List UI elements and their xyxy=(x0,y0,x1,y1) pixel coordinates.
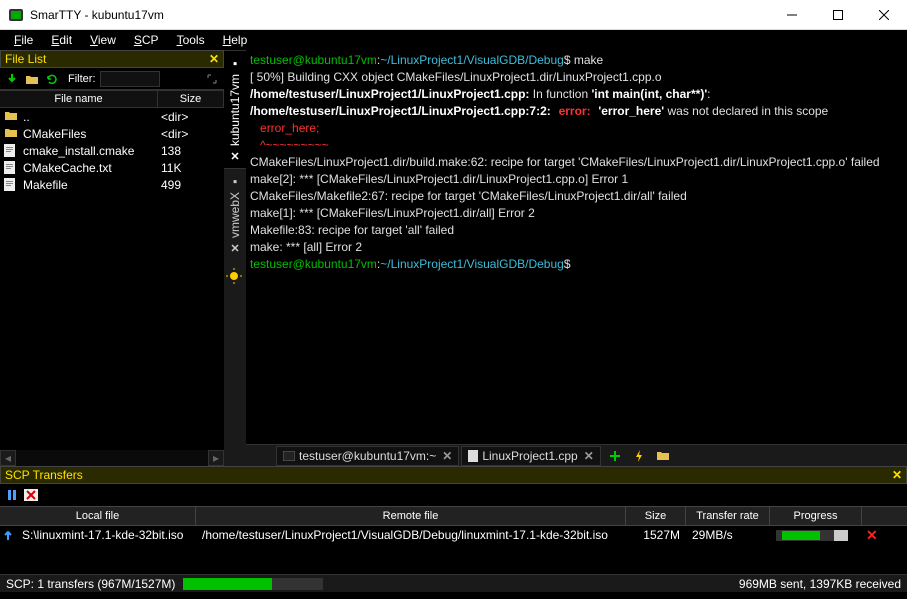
app-icon xyxy=(8,7,24,23)
lightning-icon[interactable] xyxy=(629,447,649,465)
file-icon xyxy=(4,144,20,158)
terminal-icon: ▪ xyxy=(228,57,242,71)
file-list-close-icon[interactable]: ✕ xyxy=(209,52,219,66)
close-icon[interactable]: ✕ xyxy=(442,449,452,463)
window-maximize-button[interactable] xyxy=(815,0,861,30)
scp-progress xyxy=(770,529,862,542)
col-filename[interactable]: File name xyxy=(0,91,158,107)
file-name: .. xyxy=(23,110,157,124)
scp-row[interactable]: S:\linuxmint-17.1-kde-32bit.iso /home/te… xyxy=(0,526,907,544)
col-size[interactable]: Size xyxy=(626,507,686,525)
tab-terminal[interactable]: testuser@kubuntu17vm:~ ✕ xyxy=(276,446,459,466)
file-list-panel: File List ✕ Filter: File name Size ..<di… xyxy=(0,50,224,466)
menu-scp[interactable]: SCP xyxy=(126,32,167,48)
file-list-header: File List ✕ xyxy=(0,50,224,68)
file-list-columns: File name Size xyxy=(0,90,224,108)
cancel-transfer-icon[interactable]: ✕ xyxy=(866,527,878,544)
col-size[interactable]: Size xyxy=(158,91,224,107)
file-size: <dir> xyxy=(157,110,224,124)
file-list-row[interactable]: Makefile499 xyxy=(0,176,224,193)
scp-panel: SCP Transfers ✕ Local file Remote file S… xyxy=(0,466,907,574)
menu-tools[interactable]: Tools xyxy=(169,32,213,48)
file-tab-icon xyxy=(468,450,478,462)
file-list-scrollbar[interactable]: ◂▸ xyxy=(0,450,224,466)
file-icon xyxy=(4,161,20,175)
window-minimize-button[interactable] xyxy=(769,0,815,30)
file-name: Makefile xyxy=(23,178,157,192)
file-name: CMakeCache.txt xyxy=(23,161,157,175)
download-icon[interactable] xyxy=(4,71,20,87)
window-title: SmarTTY - kubuntu17vm xyxy=(30,8,769,22)
tab-file[interactable]: LinuxProject1.cpp ✕ xyxy=(461,446,600,466)
terminal-output[interactable]: testuser@kubuntu17vm:~/LinuxProject1/Vis… xyxy=(246,50,907,444)
file-list-toolbar: Filter: xyxy=(0,68,224,90)
scp-columns: Local file Remote file Size Transfer rat… xyxy=(0,506,907,526)
menu-view[interactable]: View xyxy=(82,32,124,48)
scp-rate: 29MB/s xyxy=(686,527,770,543)
vtab-kubuntu[interactable]: ✕ kubuntu17vm ▪ xyxy=(224,50,246,168)
status-progress xyxy=(183,578,323,590)
status-left: SCP: 1 transfers (967M/1527M) xyxy=(6,577,175,591)
refresh-icon[interactable] xyxy=(44,71,60,87)
file-list-title: File List xyxy=(5,52,46,66)
file-list-row[interactable]: cmake_install.cmake138 xyxy=(0,142,224,159)
cancel-icon[interactable] xyxy=(24,489,38,501)
file-icon xyxy=(4,178,20,192)
document-tab-bar: testuser@kubuntu17vm:~ ✕ LinuxProject1.c… xyxy=(246,444,907,466)
window-titlebar: SmarTTY - kubuntu17vm xyxy=(0,0,907,30)
file-list-row[interactable]: CMakeCache.txt11K xyxy=(0,159,224,176)
scp-remote: /home/testuser/LinuxProject1/VisualGDB/D… xyxy=(196,527,626,543)
upload-icon xyxy=(0,529,16,541)
file-size: 499 xyxy=(157,178,224,192)
menu-help[interactable]: Help xyxy=(215,32,256,48)
pause-icon[interactable] xyxy=(6,489,18,501)
file-list-row[interactable]: CMakeFiles<dir> xyxy=(0,125,224,142)
col-remote[interactable]: Remote file xyxy=(196,507,626,525)
file-size: <dir> xyxy=(157,127,224,141)
col-local[interactable]: Local file xyxy=(0,507,196,525)
vertical-tab-gutter: ✕ kubuntu17vm ▪ ✕ vmwebX ▪ xyxy=(224,50,246,466)
expand-icon[interactable] xyxy=(204,71,220,87)
status-right: 969MB sent, 1397KB received xyxy=(739,577,901,591)
scp-header: SCP Transfers ✕ xyxy=(0,466,907,484)
col-progress[interactable]: Progress xyxy=(770,507,862,525)
file-list-row[interactable]: ..<dir> xyxy=(0,108,224,125)
file-size: 11K xyxy=(157,161,224,175)
scp-local: S:\linuxmint-17.1-kde-32bit.iso xyxy=(16,527,196,543)
folder-icon[interactable] xyxy=(653,447,673,465)
file-list-body: ..<dir>CMakeFiles<dir>cmake_install.cmak… xyxy=(0,108,224,450)
status-bar: SCP: 1 transfers (967M/1527M) 969MB sent… xyxy=(0,574,907,592)
folder-icon xyxy=(4,110,20,124)
scp-title: SCP Transfers xyxy=(5,468,83,482)
terminal-panel: testuser@kubuntu17vm:~/LinuxProject1/Vis… xyxy=(246,50,907,466)
terminal-icon: ▪ xyxy=(228,175,242,189)
window-close-button[interactable] xyxy=(861,0,907,30)
file-size: 138 xyxy=(157,144,224,158)
file-name: CMakeFiles xyxy=(23,127,157,141)
col-rate[interactable]: Transfer rate xyxy=(686,507,770,525)
filter-input[interactable] xyxy=(100,71,160,87)
scp-close-icon[interactable]: ✕ xyxy=(892,468,902,482)
menu-edit[interactable]: Edit xyxy=(43,32,80,48)
close-icon[interactable]: ✕ xyxy=(584,449,594,463)
sun-icon[interactable] xyxy=(226,268,244,286)
filter-label: Filter: xyxy=(68,73,96,85)
terminal-tab-icon xyxy=(283,451,295,461)
add-tab-button[interactable] xyxy=(605,447,625,465)
folder-icon xyxy=(4,127,20,141)
vtab-vmweb[interactable]: ✕ vmwebX ▪ xyxy=(224,168,246,260)
menubar: File Edit View SCP Tools Help xyxy=(0,30,907,50)
menu-file[interactable]: File xyxy=(6,32,41,48)
file-name: cmake_install.cmake xyxy=(23,144,157,158)
folder-open-icon[interactable] xyxy=(24,71,40,87)
scp-size: 1527M xyxy=(626,527,686,543)
